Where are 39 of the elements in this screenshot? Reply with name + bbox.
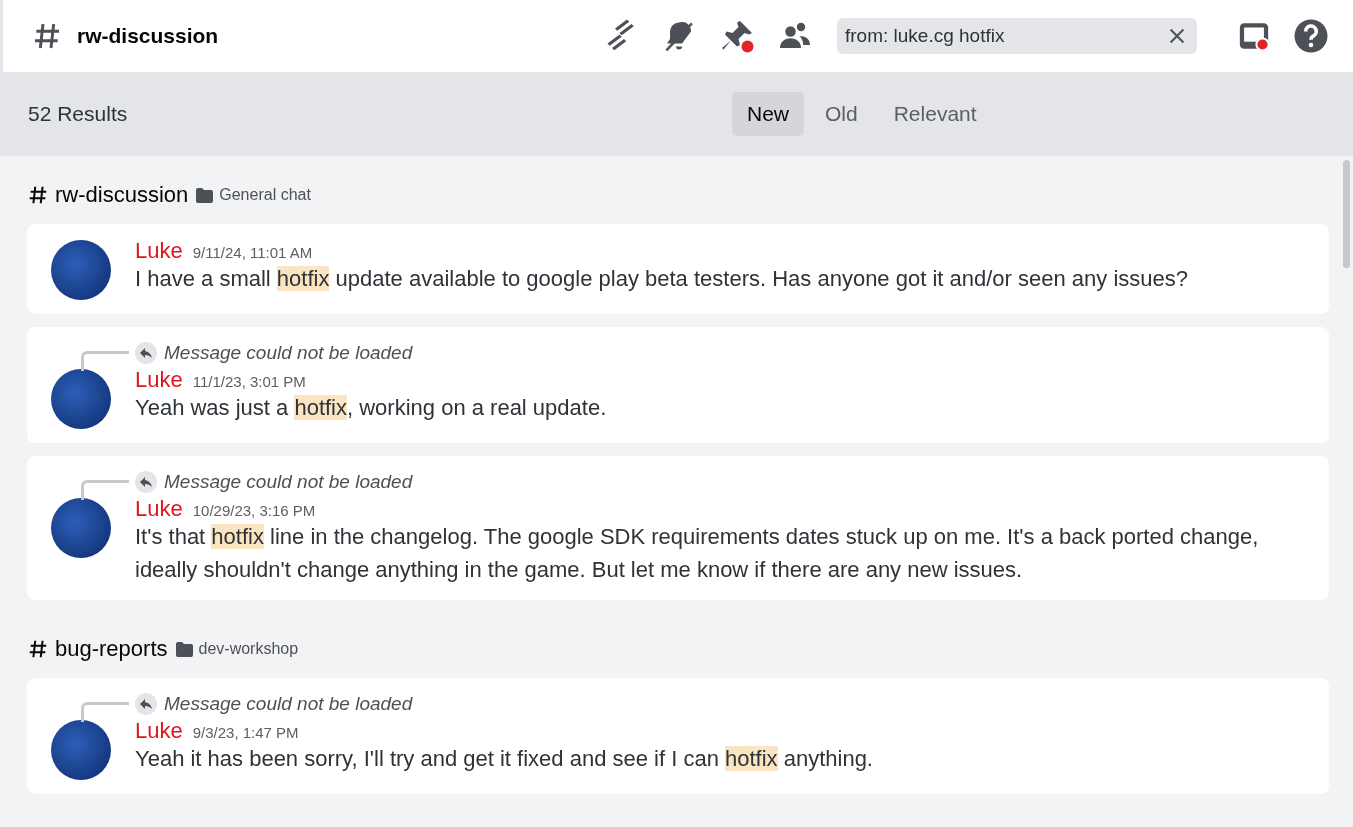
help-icon[interactable] — [1293, 18, 1329, 54]
sort-tab[interactable]: Old — [810, 92, 873, 136]
timestamp: 9/3/23, 1:47 PM — [192, 724, 299, 741]
sort-tab[interactable]: New — [732, 92, 804, 136]
reply-preview: Message could not be loaded — [164, 471, 413, 493]
reply-preview: Message could not be loaded — [164, 342, 413, 364]
folder-icon — [175, 641, 193, 657]
avatar-placeholder[interactable] — [51, 498, 111, 558]
message-text: Yeah was just a hotfix, working on a real update. — [135, 394, 608, 422]
channel-name[interactable]: bug-reports — [55, 636, 168, 662]
message-card[interactable] — [27, 456, 1329, 600]
message-card[interactable]: Luke 9/11/24, 11:01 AM I have a small hotfix update available to google play beta testers. Has anyone got it and/or seen any issues? — [27, 224, 1329, 314]
avatar-placeholder[interactable] — [51, 369, 111, 429]
author-name[interactable]: Luke — [135, 718, 183, 744]
message-text: I have a small hotfix update available to google play beta testers. Has anyone got it and/or seen any issues? — [135, 265, 1189, 293]
author-name[interactable]: Luke — [135, 367, 183, 393]
timestamp: 10/29/23, 3:16 PM — [192, 502, 316, 519]
author-name[interactable]: Luke — [135, 496, 183, 522]
channel-name[interactable]: rw-discussion — [55, 182, 189, 208]
hash-icon — [27, 184, 49, 206]
avatar-placeholder[interactable] — [51, 720, 111, 780]
folder-icon — [196, 187, 214, 203]
results-count: 52 Results — [28, 102, 129, 126]
search-field[interactable]: from: luke.cg hotfix — [837, 18, 1197, 54]
avatar-placeholder[interactable] — [51, 240, 111, 300]
category-name: General chat — [219, 186, 311, 204]
hash-icon — [27, 638, 49, 660]
timestamp: 11/1/23, 3:01 PM — [192, 373, 306, 390]
scrollbar[interactable] — [1343, 160, 1350, 268]
message-card[interactable]: Message could not be loaded Luke 11/1/23, 3:01 PM Yeah was just a hotfix, working on a real update. — [27, 327, 1329, 443]
reply-preview: Message could not be loaded — [164, 693, 413, 715]
message-text: Yeah it has been sorry, I'll try and get it fixed and see if I can hotfix anything. — [135, 745, 874, 773]
message-card[interactable]: Message could not be loaded Luke 9/3/23, 1:47 PM Yeah it has been sorry, I'll try and get it fixed and see if I can hotfix anything. — [27, 678, 1329, 794]
message-text: It's that hotfix line in the changelog. The google SDK requirements dates stuck up on me. It's a back ported change, ideally shouldn't change anything in the game. But let me know if there are any new issues. — [135, 523, 1260, 584]
channel-title: rw-discussion — [77, 24, 219, 48]
author-name[interactable]: Luke — [135, 238, 183, 264]
timestamp: 9/11/24, 11:01 AM — [192, 244, 313, 261]
sort-tab[interactable]: Relevant — [878, 92, 992, 136]
category-name: dev-workshop — [198, 640, 299, 658]
